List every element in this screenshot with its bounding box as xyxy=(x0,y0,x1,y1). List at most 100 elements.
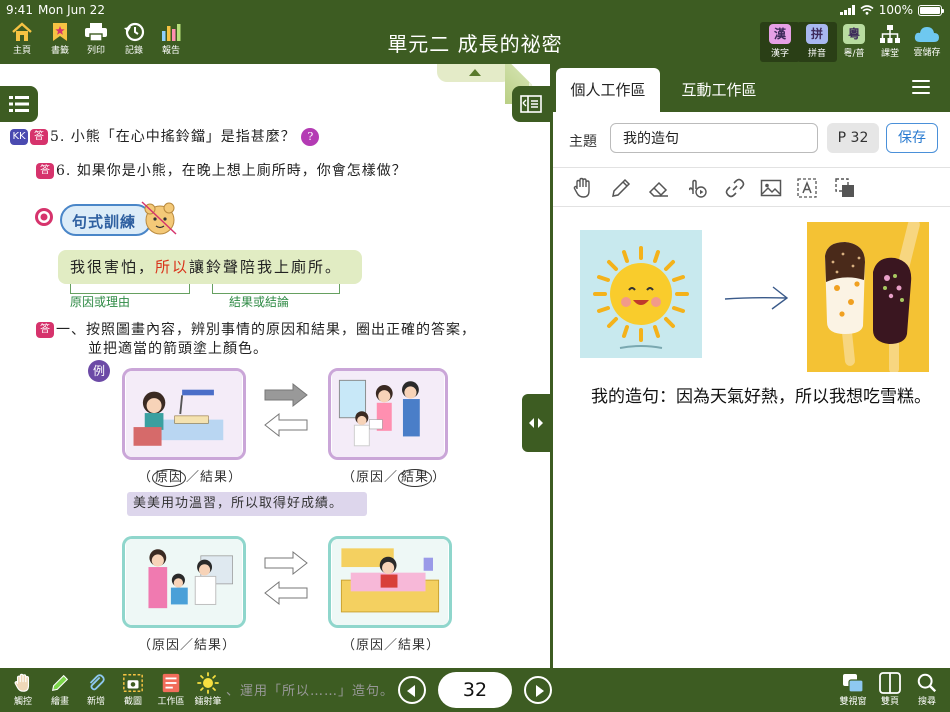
my-sentence-text[interactable]: 我的造句：因為天氣好熱，所以我想吃雪糕。 xyxy=(591,386,931,408)
workspace-tabs: 個人工作區 互動工作區 xyxy=(553,64,950,112)
textbox-icon[interactable] xyxy=(795,176,819,200)
touch-media-icon[interactable] xyxy=(685,176,709,200)
caption-3-effect[interactable]: 結果 xyxy=(194,638,222,653)
wifi-icon xyxy=(860,5,874,15)
status-time: 9:41 xyxy=(6,3,33,17)
print-button[interactable]: 列印 xyxy=(76,22,116,62)
bottom-toolbar: 、運用「所以……」造句。 觸控 繪畫 新增 截圖 工作區 鐳射筆 32 雙視窗 … xyxy=(0,668,950,712)
sentence-keyword: 所以 xyxy=(155,258,190,276)
panel-resize-handle[interactable] xyxy=(522,394,550,452)
tab-interactive-workspace[interactable]: 互動工作區 xyxy=(669,68,769,112)
hand-icon[interactable] xyxy=(571,176,595,200)
search-icon xyxy=(917,673,937,693)
topic-input[interactable] xyxy=(610,123,818,153)
classroom-button[interactable]: 課堂 xyxy=(870,22,910,62)
touch-tool-button[interactable]: 觸控 xyxy=(3,670,43,710)
classroom-tree-icon xyxy=(880,25,900,43)
table-of-contents-button[interactable] xyxy=(0,86,38,122)
hanzi-badge: 漢 xyxy=(769,24,791,44)
resize-arrows-icon xyxy=(529,418,543,428)
menu-icon[interactable] xyxy=(912,80,930,98)
attach-label: 新增 xyxy=(86,697,105,707)
page-up-tab[interactable] xyxy=(437,64,512,82)
example-badge: 例 xyxy=(88,360,110,382)
ice-cream-image[interactable] xyxy=(807,222,929,372)
target-icon[interactable] xyxy=(34,207,54,227)
report-button[interactable]: 報告 xyxy=(151,22,191,62)
link-icon[interactable] xyxy=(723,176,747,200)
tab-personal-workspace[interactable]: 個人工作區 xyxy=(556,68,660,112)
draw-tool-button[interactable]: 繪畫 xyxy=(40,670,80,710)
laser-label: 鐳射筆 xyxy=(194,697,222,707)
pinyin-badge: 拼 xyxy=(806,24,828,44)
attach-button[interactable]: 新增 xyxy=(76,670,116,710)
battery-icon xyxy=(918,4,944,16)
cantonese-mandarin-button[interactable]: 粵 粵/普 xyxy=(834,22,874,62)
cellular-signal-icon xyxy=(839,5,855,15)
hand-icon xyxy=(14,673,30,692)
caption-2-effect-circled[interactable]: 結果 xyxy=(398,469,433,487)
cloud-storage-button[interactable]: 雲儲存 xyxy=(907,22,947,62)
workspace-panel: 個人工作區 互動工作區 主題 P 32 保存 xyxy=(550,64,950,668)
hanzi-button[interactable]: 漢 漢字 xyxy=(760,22,800,62)
caption-4-effect[interactable]: 結果 xyxy=(398,638,426,653)
answer-badge-task[interactable]: 答 xyxy=(36,322,54,338)
caption-1-effect[interactable]: 結果 xyxy=(200,470,228,485)
search-label: 搜尋 xyxy=(917,697,936,707)
eraser-icon[interactable] xyxy=(647,176,671,200)
save-button[interactable]: 保存 xyxy=(886,123,938,153)
help-question-icon[interactable]: ? xyxy=(301,128,320,146)
pinyin-button[interactable]: 拼 拼音 xyxy=(797,22,837,62)
annotation-toolbar xyxy=(553,167,950,207)
sentence-pre: 我很害怕， xyxy=(70,258,156,276)
illustration-studying-girl xyxy=(122,368,246,460)
history-button[interactable]: 記錄 xyxy=(114,22,154,62)
next-page-button[interactable] xyxy=(524,676,552,704)
battery-percent: 100% xyxy=(878,3,913,17)
ghost-page-text: 、運用「所以……」造句。 xyxy=(226,684,395,699)
caption-1-cause-circled[interactable]: 原因 xyxy=(152,469,187,487)
cloud-storage-label: 雲儲存 xyxy=(913,48,941,58)
screenshot-button[interactable]: 截圖 xyxy=(113,670,153,710)
screenshot-icon xyxy=(123,674,143,692)
laser-pointer-button[interactable]: 鐳射筆 xyxy=(188,670,228,710)
previous-page-button[interactable] xyxy=(398,676,426,704)
answer-badge-q6[interactable]: 答 xyxy=(36,163,54,179)
page-title: 單元二 成長的祕密 xyxy=(387,32,563,56)
crop-icon[interactable] xyxy=(833,176,857,200)
caption-2-cause[interactable]: 原因 xyxy=(356,470,384,485)
topic-label: 主題 xyxy=(569,134,597,150)
textbook-page[interactable]: 單元 KK答5. 小熊「在心中搖鈴鐺」是指甚麼？ ? 答6. 如果你是小熊，在晚… xyxy=(0,64,550,668)
home-label: 主頁 xyxy=(12,46,31,56)
extra-badge[interactable]: KK xyxy=(10,129,28,145)
double-arrow-empty-icon[interactable] xyxy=(263,550,309,606)
status-right: 100% xyxy=(839,3,944,17)
caption-3-cause[interactable]: 原因 xyxy=(152,638,180,653)
image-icon[interactable] xyxy=(759,176,783,200)
double-page-button[interactable]: 雙頁 xyxy=(870,670,910,710)
bookmark-icon xyxy=(53,23,67,41)
report-chart-icon xyxy=(162,24,181,41)
workspace-button[interactable]: 工作區 xyxy=(151,670,191,710)
pinyin-label: 拼音 xyxy=(807,49,826,59)
hand-drawn-arrow[interactable] xyxy=(723,282,791,312)
bear-mascot-icon xyxy=(141,201,177,235)
sun-illustration xyxy=(593,246,689,349)
dual-window-label: 雙視窗 xyxy=(839,697,867,707)
bookmark-button[interactable]: 書籤 xyxy=(40,22,80,62)
page-split-view-button[interactable] xyxy=(512,86,550,122)
touch-label: 觸控 xyxy=(13,697,32,707)
bookmark-label: 書籤 xyxy=(50,46,69,56)
illustration-family-praise xyxy=(328,368,448,460)
sun-image[interactable] xyxy=(580,230,702,358)
double-arrow-icon[interactable] xyxy=(263,382,309,438)
pencil-icon[interactable] xyxy=(609,176,633,200)
dual-window-button[interactable]: 雙視窗 xyxy=(833,670,873,710)
home-button[interactable]: 主頁 xyxy=(2,22,42,62)
search-button[interactable]: 搜尋 xyxy=(907,670,947,710)
answer-badge-q5[interactable]: 答 xyxy=(30,129,48,145)
page-number-field[interactable]: 32 xyxy=(438,672,512,708)
screenshot-label: 截圖 xyxy=(123,697,142,707)
caption-4-cause[interactable]: 原因 xyxy=(356,638,384,653)
illustration-doctor-visit xyxy=(122,536,246,628)
